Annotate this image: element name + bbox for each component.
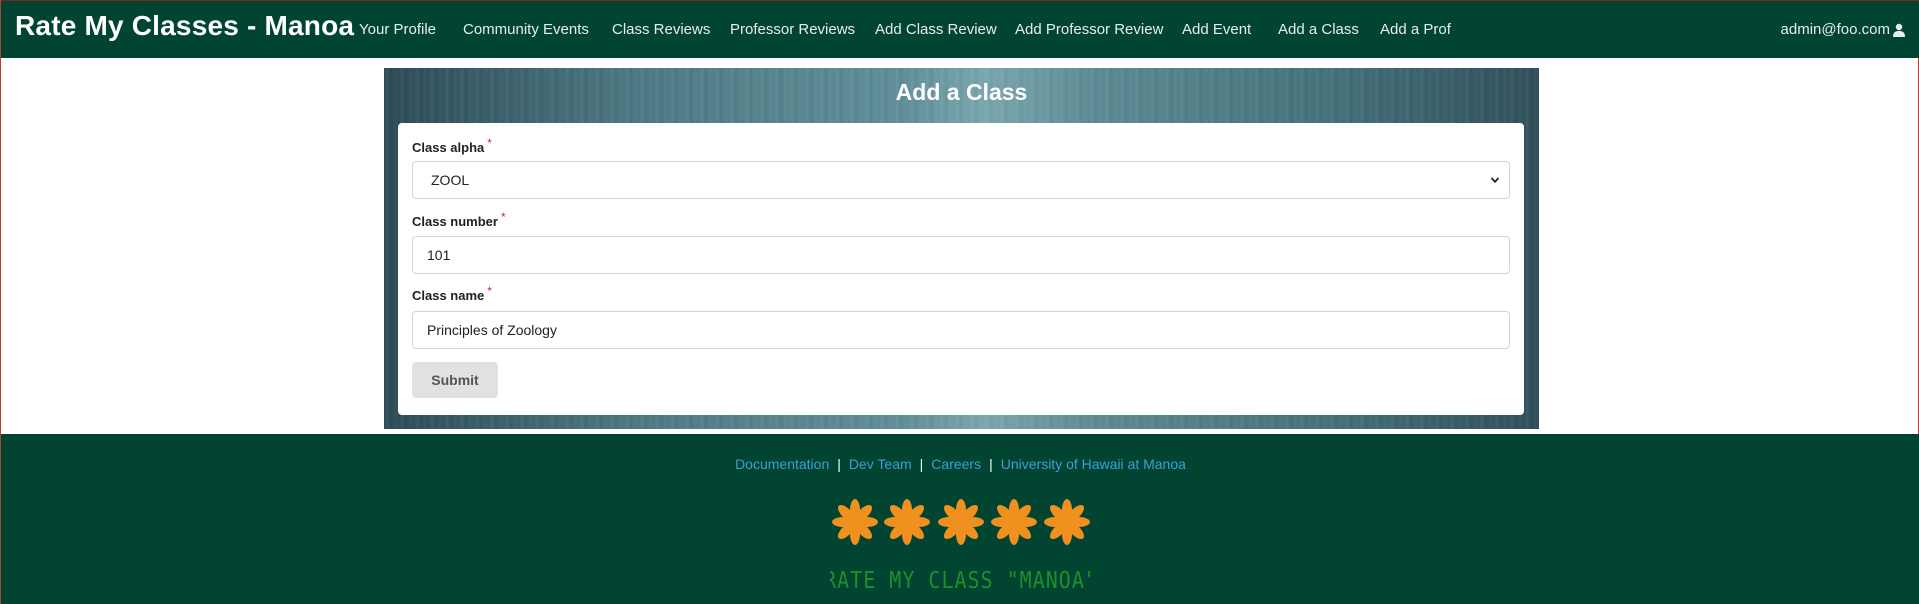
nav-your-profile[interactable]: Your Profile [359,21,436,38]
nav-add-class-review[interactable]: Add Class Review [875,21,997,38]
class-name-label: Class name * [412,284,492,303]
user-icon [1893,23,1905,37]
footer-links: Documentation | Dev Team | Careers | Universit… [1,456,1919,472]
site-footer: Documentation | Dev Team | Careers | Universit… [1,434,1919,604]
class-name-input[interactable]: Principles of Zoology [412,311,1510,349]
nav-add-event[interactable]: Add Event [1182,21,1251,38]
footer-link-dev-team[interactable]: Dev Team [849,456,912,472]
required-marker: * [500,210,506,224]
class-alpha-label-text: Class alpha [412,140,485,155]
required-marker: * [487,136,492,150]
nav-add-professor-review[interactable]: Add Professor Review [1015,21,1163,38]
class-number-input[interactable]: 101 [412,236,1510,274]
class-alpha-label: Class alpha * [412,136,492,155]
class-name-label-text: Class name [412,288,485,303]
required-marker: * [487,284,492,298]
submit-button[interactable]: Submit [412,362,498,398]
nav-add-a-prof[interactable]: Add a Prof [1380,21,1451,38]
site-brand[interactable]: Rate My Classes - Manoa [15,10,354,42]
nav-community-events[interactable]: Community Events [463,21,589,38]
site-logo: RATE MY CLASS "MANOA" [830,499,1092,595]
footer-separator: | [919,456,924,472]
class-number-label-text: Class number [412,214,498,229]
class-alpha-value: ZOOL [431,172,470,188]
nav-class-reviews[interactable]: Class Reviews [612,21,710,38]
footer-link-documentation[interactable]: Documentation [735,456,829,472]
add-class-panel: Add a Class Class alpha * ZOOL Class numb… [384,68,1539,429]
class-alpha-select[interactable]: ZOOL [412,161,1510,199]
footer-link-careers[interactable]: Careers [931,456,981,472]
user-email: admin@foo.com [1780,21,1890,38]
chevron-down-icon [1490,177,1500,184]
page-title: Add a Class [895,79,1028,105]
logo-text: RATE MY CLASS "MANOA" [830,568,1092,595]
logo-asterisks [832,499,1090,545]
add-class-form: Class alpha * ZOOL Class number * 101 Clas… [398,123,1524,415]
nav-add-a-class[interactable]: Add a Class [1278,21,1359,38]
footer-link-uh-manoa[interactable]: University of Hawaii at Manoa [1001,456,1186,472]
class-name-value: Principles of Zoology [427,322,557,338]
class-number-value: 101 [427,247,451,263]
user-menu[interactable]: admin@foo.com [1781,21,1906,38]
footer-separator: | [837,456,841,472]
footer-separator: | [989,456,993,472]
class-number-label: Class number * [412,210,506,229]
top-navbar: Rate My Classes - Manoa Your Profile Com… [1,0,1919,58]
nav-professor-reviews[interactable]: Professor Reviews [730,21,855,38]
